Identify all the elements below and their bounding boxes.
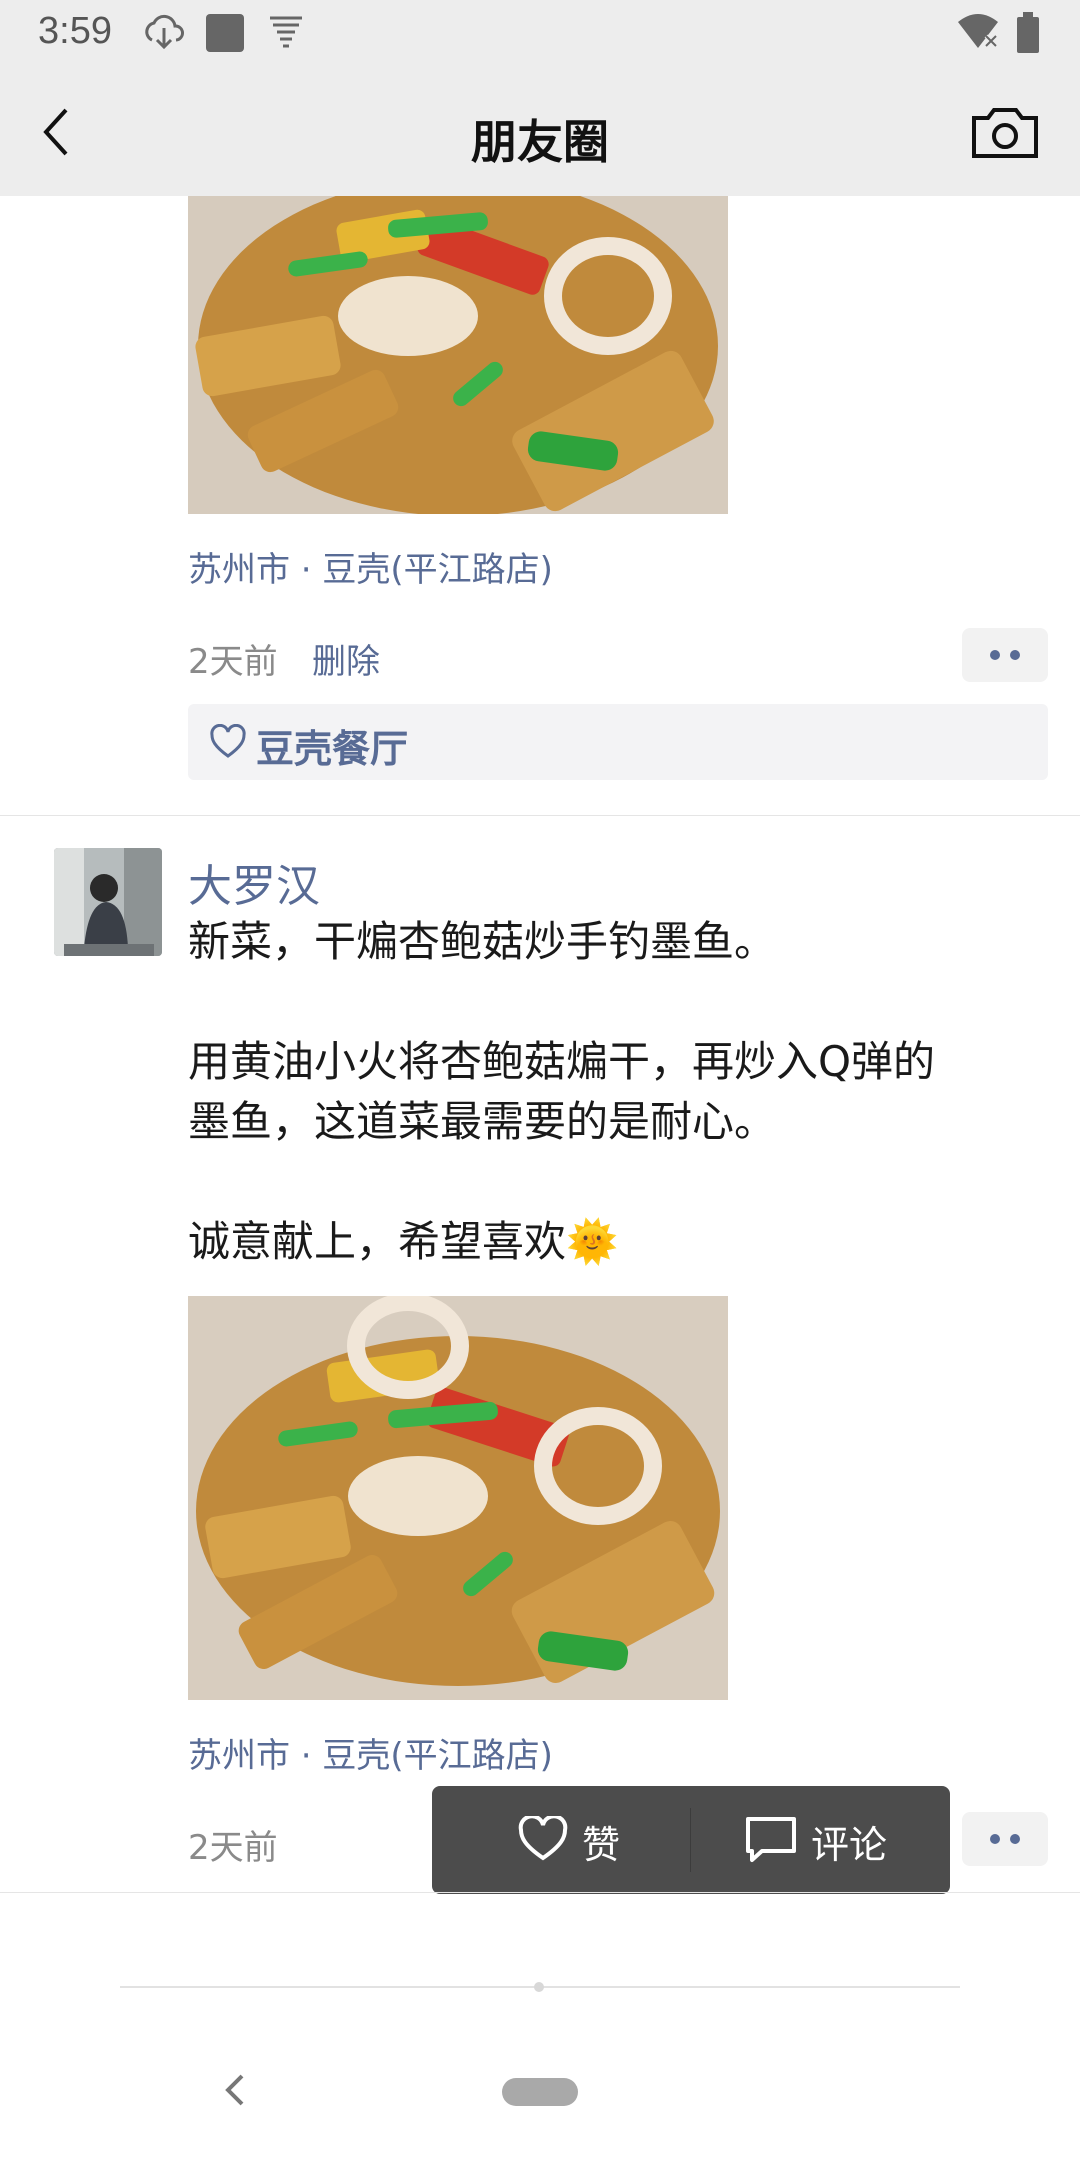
food-photo-image bbox=[188, 196, 728, 514]
loading-dot bbox=[534, 1982, 544, 1992]
like-label: 赞 bbox=[582, 1823, 621, 1867]
comment-label: 评论 bbox=[811, 1823, 888, 1867]
comment-icon bbox=[746, 1817, 796, 1862]
post-text-line: 诚意献上，希望喜欢🌞 bbox=[188, 1217, 619, 1266]
system-nav-bar bbox=[0, 1896, 1080, 2160]
post-text-line: 用黄油小火将杏鲍菇煸干，再炒入Q弹的 bbox=[188, 1037, 936, 1086]
like-button[interactable]: 赞 bbox=[432, 1786, 690, 1894]
heart-outline-icon bbox=[210, 724, 246, 758]
post-time: 2天前 bbox=[188, 642, 278, 682]
image-square-icon bbox=[206, 14, 244, 52]
more-actions-button[interactable] bbox=[962, 628, 1048, 682]
title-bar: 朋友圈 bbox=[0, 66, 1080, 196]
more-actions-button[interactable] bbox=[962, 1812, 1048, 1866]
post-time: 2天前 bbox=[188, 1828, 278, 1868]
battery-icon bbox=[1017, 12, 1039, 53]
dot-icon bbox=[1010, 650, 1020, 660]
post-photo[interactable] bbox=[188, 1296, 728, 1700]
post-text-line: 墨鱼，这道菜最需要的是耐心。 bbox=[188, 1097, 777, 1146]
post-divider bbox=[0, 815, 1080, 816]
post-location[interactable]: 苏州市 · 豆壳(平江路店) bbox=[188, 542, 553, 591]
post-divider bbox=[0, 1892, 1080, 1893]
avatar-image bbox=[54, 848, 162, 956]
delete-link[interactable]: 删除 bbox=[312, 634, 380, 683]
nav-home-pill[interactable] bbox=[502, 2078, 578, 2106]
moments-feed[interactable]: 苏州市 · 豆壳(平江路店) 2天前 删除 豆壳餐厅 大罗汉 新菜，干煸杏鲍菇炒… bbox=[0, 196, 1080, 1896]
wifi-off-icon bbox=[958, 14, 998, 48]
avatar[interactable] bbox=[54, 848, 162, 956]
dot-icon bbox=[990, 1834, 1000, 1844]
post-text-line: 新菜，干煸杏鲍菇炒手钓墨鱼。 bbox=[188, 917, 777, 966]
dot-icon bbox=[1010, 1834, 1020, 1844]
food-photo-image bbox=[188, 1296, 728, 1700]
dot-icon bbox=[990, 650, 1000, 660]
status-bar: 3:59 bbox=[0, 0, 1080, 66]
action-popup: 赞 评论 bbox=[432, 1786, 950, 1894]
liker-name[interactable]: 豆壳餐厅 bbox=[256, 718, 408, 773]
download-cloud-icon bbox=[145, 14, 184, 50]
status-time: 3:59 bbox=[38, 10, 112, 52]
nav-back-icon[interactable] bbox=[220, 2072, 250, 2108]
camera-icon[interactable] bbox=[970, 102, 1040, 162]
heart-icon bbox=[518, 1816, 568, 1861]
likes-box: 豆壳餐厅 bbox=[188, 704, 1048, 780]
author-name[interactable]: 大罗汉 bbox=[188, 850, 320, 914]
tornado-icon bbox=[270, 16, 302, 48]
page-title: 朋友圈 bbox=[471, 115, 609, 169]
post-location[interactable]: 苏州市 · 豆壳(平江路店) bbox=[188, 1728, 553, 1777]
post-photo[interactable] bbox=[188, 196, 728, 514]
comment-button[interactable]: 评论 bbox=[691, 1786, 949, 1894]
